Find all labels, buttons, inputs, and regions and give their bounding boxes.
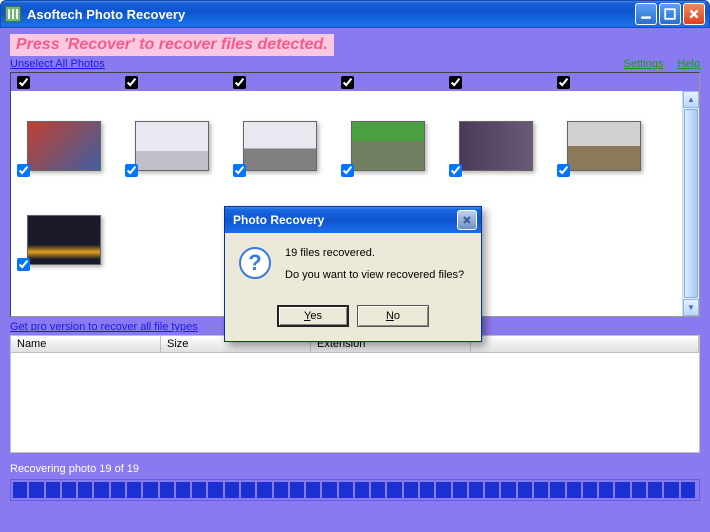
window-title: Asoftech Photo Recovery (27, 7, 635, 22)
col-checkbox[interactable] (341, 76, 354, 89)
photo-thumbnail (135, 121, 209, 171)
file-table-body (10, 353, 700, 453)
photo-checkbox[interactable] (17, 164, 30, 177)
window-titlebar: Asoftech Photo Recovery (0, 0, 710, 28)
thumbnail-item[interactable] (27, 215, 101, 265)
pro-version-link[interactable]: Get pro version to recover all file type… (10, 321, 198, 333)
dialog-message-1: 19 files recovered. (285, 247, 464, 259)
col-checkbox[interactable] (449, 76, 462, 89)
photo-thumbnail (567, 121, 641, 171)
col-checkbox[interactable] (125, 76, 138, 89)
scroll-up-button[interactable]: ▲ (683, 91, 699, 108)
col-header-name[interactable]: Name (11, 336, 161, 352)
photo-thumbnail (351, 121, 425, 171)
yes-label: es (310, 310, 322, 322)
dialog-close-button[interactable] (457, 210, 477, 230)
photo-thumbnail (243, 121, 317, 171)
thumbnail-item[interactable] (459, 121, 533, 171)
thumbnail-item[interactable] (351, 121, 425, 171)
dialog-message-2: Do you want to view recovered files? (285, 269, 464, 281)
instruction-text: Press 'Recover' to recover files detecte… (10, 34, 334, 56)
app-icon (5, 6, 21, 22)
dialog-titlebar[interactable]: Photo Recovery (225, 207, 481, 233)
yes-button[interactable]: Yes (277, 305, 349, 327)
col-header-empty (471, 336, 699, 352)
photo-thumbnail (27, 215, 101, 265)
maximize-button[interactable] (659, 3, 681, 25)
photo-checkbox[interactable] (341, 164, 354, 177)
photo-checkbox[interactable] (449, 164, 462, 177)
thumbnail-item[interactable] (243, 121, 317, 171)
progress-bar (10, 479, 700, 501)
no-label: o (394, 310, 400, 322)
help-link[interactable]: Help (677, 58, 700, 70)
scroll-down-button[interactable]: ▼ (683, 299, 699, 316)
thumbnail-item[interactable] (135, 121, 209, 171)
unselect-all-link[interactable]: Unselect All Photos (10, 58, 105, 70)
status-text: Recovering photo 19 of 19 (10, 463, 700, 475)
photo-checkbox[interactable] (125, 164, 138, 177)
thumbnail-item[interactable] (567, 121, 641, 171)
recovery-dialog: Photo Recovery ? 19 files recovered. Do … (224, 206, 482, 342)
dialog-title: Photo Recovery (229, 213, 457, 227)
settings-link[interactable]: Settings (624, 58, 664, 70)
photo-thumbnail (459, 121, 533, 171)
thumbnail-item[interactable] (27, 121, 101, 171)
question-icon: ? (239, 247, 271, 279)
scroll-thumb[interactable] (684, 109, 698, 298)
close-button[interactable] (683, 3, 705, 25)
photo-checkbox[interactable] (233, 164, 246, 177)
col-checkbox[interactable] (233, 76, 246, 89)
vertical-scrollbar[interactable]: ▲ ▼ (682, 91, 699, 316)
col-checkbox[interactable] (557, 76, 570, 89)
header-checkbox-row (11, 73, 699, 91)
col-checkbox[interactable] (17, 76, 30, 89)
photo-thumbnail (27, 121, 101, 171)
minimize-button[interactable] (635, 3, 657, 25)
photo-checkbox[interactable] (17, 258, 30, 271)
photo-checkbox[interactable] (557, 164, 570, 177)
no-button[interactable]: No (357, 305, 429, 327)
